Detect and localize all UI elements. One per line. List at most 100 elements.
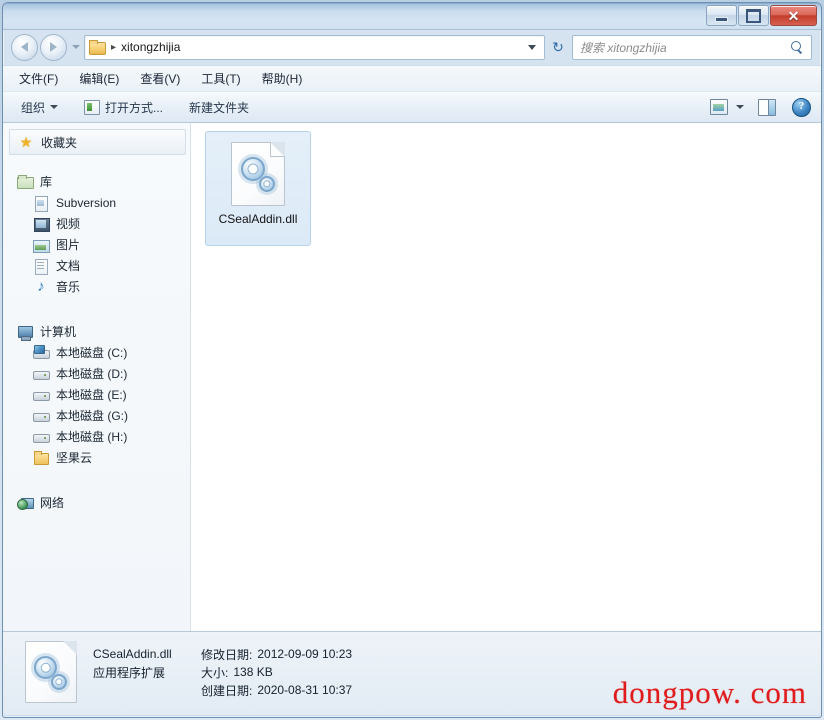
navigation-bar: ▸ xitongzhijia ↻ 搜索 xitongzhijia (3, 29, 821, 65)
new-folder-label: 新建文件夹 (189, 100, 250, 115)
drive-d-label: 本地磁盘 (D:) (56, 367, 128, 381)
pictures-label: 图片 (56, 238, 81, 252)
view-chevron-down-icon[interactable] (736, 105, 744, 109)
open-with-button[interactable]: 打开方式... (78, 95, 169, 119)
status-dll-icon (25, 641, 77, 703)
drive-icon (33, 387, 50, 403)
sidebar-item-computer[interactable]: 计算机 (3, 321, 190, 342)
libraries-label: 库 (40, 175, 53, 189)
sidebar-item-nutstore[interactable]: 坚果云 (3, 447, 190, 468)
address-dropdown-icon[interactable] (528, 44, 536, 50)
maximize-button[interactable] (738, 5, 769, 26)
sidebar-item-drive-e[interactable]: 本地磁盘 (E:) (3, 384, 190, 405)
music-label: 音乐 (56, 280, 81, 294)
status-line-size: 应用程序扩展 大小: 138 KB (93, 663, 352, 681)
search-placeholder: 搜索 xitongzhijia (580, 40, 667, 55)
menu-bar: 文件(F) 编辑(E) 查看(V) 工具(T) 帮助(H) (3, 65, 821, 91)
address-bar[interactable]: ▸ xitongzhijia (84, 34, 545, 60)
network-icon (17, 495, 34, 511)
status-created-label: 创建日期: (201, 683, 253, 698)
sidebar-item-videos[interactable]: 视频 (3, 213, 190, 234)
history-dropdown-icon[interactable] (72, 45, 80, 49)
sidebar-item-libraries[interactable]: 库 (3, 171, 190, 192)
preview-pane-icon[interactable] (758, 98, 776, 116)
sidebar-item-documents[interactable]: 文档 (3, 255, 190, 276)
search-input[interactable]: 搜索 xitongzhijia (572, 34, 812, 60)
video-icon (33, 216, 50, 232)
file-name: CSealAddin.dll (218, 212, 298, 226)
breadcrumb-path[interactable]: xitongzhijia (121, 40, 180, 54)
chevron-down-icon (50, 105, 59, 109)
drive-g-label: 本地磁盘 (G:) (56, 409, 128, 423)
sidebar-item-drive-h[interactable]: 本地磁盘 (H:) (3, 426, 190, 447)
menu-view[interactable]: 查看(V) (138, 68, 182, 89)
content-area: ★ 收藏夹 库 Subversion 视频 图片 文档 ♪ 音乐 计算机 本地磁… (3, 123, 821, 631)
refresh-button[interactable]: ↻ (547, 36, 569, 59)
back-button[interactable] (11, 33, 38, 61)
window-controls: ✕ (706, 5, 817, 26)
status-size-value: 138 KB (233, 665, 273, 679)
organize-label: 组织 (21, 100, 46, 115)
explorer-window: ✕ ▸ xitongzhijia ↻ 搜索 xitongzhijia 文件(F)… (2, 2, 822, 718)
drive-c-label: 本地磁盘 (C:) (56, 346, 128, 360)
sidebar-item-music[interactable]: ♪ 音乐 (3, 276, 190, 297)
menu-tools[interactable]: 工具(T) (199, 68, 242, 89)
sidebar-item-network[interactable]: 网络 (3, 492, 190, 513)
status-bar: CSealAddin.dll 修改日期: 2012-09-09 10:23 应用… (3, 631, 821, 715)
organize-button[interactable]: 组织 (15, 95, 64, 119)
library-icon (17, 174, 34, 190)
close-icon: ✕ (787, 7, 800, 24)
network-label: 网络 (40, 496, 65, 510)
gear-small-icon (51, 674, 67, 690)
new-folder-button[interactable]: 新建文件夹 (183, 95, 255, 119)
folder-icon (33, 450, 49, 466)
file-item[interactable]: CSealAddin.dll (205, 131, 311, 246)
status-details: CSealAddin.dll 修改日期: 2012-09-09 10:23 应用… (93, 641, 352, 699)
refresh-icon: ↻ (552, 39, 564, 55)
sidebar-item-pictures[interactable]: 图片 (3, 234, 190, 255)
forward-arrow-icon (50, 42, 57, 52)
drive-h-label: 本地磁盘 (H:) (56, 430, 128, 444)
sidebar-item-drive-g[interactable]: 本地磁盘 (G:) (3, 405, 190, 426)
sidebar-item-drive-d[interactable]: 本地磁盘 (D:) (3, 363, 190, 384)
sidebar-item-subversion[interactable]: Subversion (3, 192, 190, 213)
breadcrumb-separator-icon[interactable]: ▸ (111, 42, 116, 53)
drive-e-label: 本地磁盘 (E:) (56, 388, 127, 402)
status-modified-label: 修改日期: (201, 647, 253, 662)
maximize-icon (746, 8, 761, 23)
folder-icon (89, 40, 106, 55)
open-with-label: 打开方式... (105, 100, 164, 115)
search-icon (791, 40, 804, 54)
navigation-pane: ★ 收藏夹 库 Subversion 视频 图片 文档 ♪ 音乐 计算机 本地磁… (3, 123, 191, 631)
favorites-label: 收藏夹 (41, 135, 78, 150)
videos-label: 视频 (56, 217, 81, 231)
menu-help[interactable]: 帮助(H) (260, 68, 305, 89)
nutstore-label: 坚果云 (56, 451, 93, 465)
forward-button[interactable] (40, 33, 67, 61)
drive-icon (33, 408, 50, 424)
subversion-label: Subversion (56, 195, 117, 210)
computer-icon (17, 324, 33, 341)
help-icon[interactable]: ? (792, 97, 811, 117)
status-size-label: 大小: (201, 665, 229, 680)
change-view-icon[interactable] (710, 99, 728, 115)
sidebar-item-drive-c[interactable]: 本地磁盘 (C:) (3, 342, 190, 363)
star-icon: ★ (19, 134, 33, 150)
open-with-icon (84, 99, 101, 115)
nav-buttons (11, 33, 84, 61)
toolbar-right-group: ? (710, 97, 821, 117)
status-line-created: 创建日期: 2020-08-31 10:37 (93, 681, 352, 699)
minimize-button[interactable] (706, 5, 737, 26)
status-created-value: 2020-08-31 10:37 (257, 683, 353, 697)
close-button[interactable]: ✕ (770, 5, 817, 26)
menu-edit[interactable]: 编辑(E) (77, 68, 121, 89)
status-line-modified: CSealAddin.dll 修改日期: 2012-09-09 10:23 (93, 645, 352, 663)
menu-file[interactable]: 文件(F) (17, 68, 60, 89)
file-list-pane[interactable]: CSealAddin.dll (191, 123, 821, 631)
minimize-icon (716, 17, 727, 21)
page-fold-edge (270, 142, 285, 157)
gear-small-icon (259, 176, 275, 192)
sidebar-item-favorites[interactable]: ★ 收藏夹 (9, 129, 186, 155)
